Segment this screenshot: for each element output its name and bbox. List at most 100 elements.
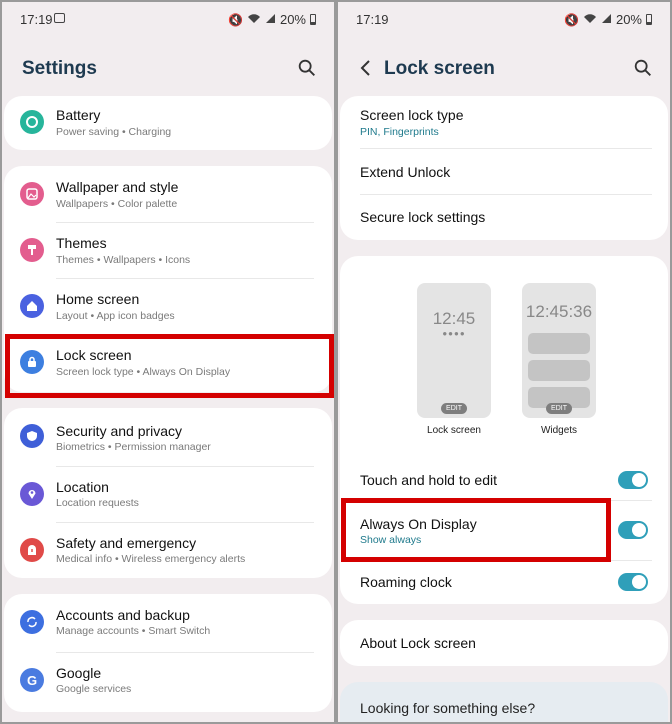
battery-status-icon [310, 14, 316, 25]
roaming-clock-item[interactable]: Roaming clock [360, 562, 648, 604]
widget-placeholder [528, 333, 590, 354]
settings-group-battery: Battery Power saving • Charging [4, 96, 332, 150]
settings-item-lock-screen[interactable]: Lock screen Screen lock type • Always On… [4, 334, 332, 390]
about-lock-screen-item[interactable]: About Lock screen [360, 620, 648, 666]
signal-icon [601, 13, 612, 27]
edit-button[interactable]: EDIT [546, 403, 572, 414]
divider [360, 560, 652, 561]
settings-item-sub: Layout • App icon badges [56, 310, 175, 322]
settings-group-security: Security and privacy Biometrics • Permis… [4, 408, 332, 578]
status-bar: 17:19 🔇 20% [356, 12, 652, 28]
item-label: Secure lock settings [360, 209, 486, 225]
always-on-display-toggle[interactable] [618, 521, 648, 539]
settings-item-safety[interactable]: Safety and emergency Medical info • Wire… [4, 522, 332, 578]
search-icon[interactable] [632, 57, 654, 79]
widgets-preview[interactable]: 12:45:36 EDIT [522, 283, 596, 418]
settings-item-home-screen[interactable]: Home screen Layout • App icon badges [4, 278, 332, 334]
lock-icon [20, 350, 44, 374]
preview-clock: 12:45:36 [525, 302, 593, 321]
screen-lock-type-item[interactable]: Screen lock type PIN, Fingerprints [360, 96, 648, 148]
extend-unlock-item[interactable]: Extend Unlock [360, 148, 648, 194]
always-on-display-item[interactable]: Always On Display Show always [360, 502, 648, 558]
settings-item-sub: Manage accounts • Smart Switch [56, 625, 211, 637]
item-label: Extend Unlock [360, 164, 451, 180]
status-bar: 17:19 🔇 20% [20, 12, 316, 28]
settings-item-sub: Themes • Wallpapers • Icons [56, 254, 191, 266]
settings-item-location[interactable]: Location Location requests [4, 466, 332, 522]
wallpaper-icon [20, 182, 44, 206]
battery-status-icon [646, 14, 652, 25]
battery-icon [20, 110, 44, 134]
item-label: Always On Display [360, 516, 477, 532]
settings-item-label: Safety and emergency [56, 535, 197, 551]
google-icon: G [20, 668, 44, 692]
pin-dots-icon: ●●●● [442, 329, 466, 338]
settings-item-sub: Screen lock type • Always On Display [56, 366, 231, 378]
settings-item-sub: Location requests [56, 497, 139, 509]
settings-group-display: Wallpaper and style Wallpapers • Color p… [4, 166, 332, 392]
settings-item-label: Wallpaper and style [56, 179, 179, 195]
edit-button[interactable]: EDIT [441, 403, 467, 414]
touch-hold-edit-item[interactable]: Touch and hold to edit [360, 458, 648, 498]
page-title: Settings [22, 58, 97, 79]
status-time: 17:19 [20, 12, 53, 27]
signal-icon [265, 13, 276, 27]
settings-item-themes[interactable]: Themes Themes • Wallpapers • Icons [4, 222, 332, 278]
item-label: About Lock screen [360, 635, 476, 651]
lock-settings-group: Screen lock type PIN, Fingerprints Exten… [340, 96, 668, 240]
settings-item-label: Home screen [56, 291, 140, 307]
settings-item-sub: Biometrics • Permission manager [56, 441, 211, 453]
item-label: Screen lock type [360, 107, 464, 123]
settings-item-wallpaper[interactable]: Wallpaper and style Wallpapers • Color p… [4, 166, 332, 222]
lock-screen-header: Lock screen [358, 54, 654, 84]
settings-item-accounts[interactable]: Accounts and backup Manage accounts • Sm… [4, 594, 332, 652]
lock-preview-group: 12:45 ●●●● EDIT Lock screen 12:45:36 EDI… [340, 256, 668, 604]
settings-group-accounts: Accounts and backup Manage accounts • Sm… [4, 594, 332, 712]
item-label: Touch and hold to edit [360, 472, 497, 488]
preview-label: Widgets [540, 425, 578, 436]
settings-item-sub: Power saving • Charging [56, 126, 172, 138]
lock-screen-settings: 17:19 🔇 20% Lock screen Screen lock type… [336, 0, 672, 724]
settings-item-battery[interactable]: Battery Power saving • Charging [4, 96, 332, 150]
looking-for-something-card: Looking for something else? [340, 682, 668, 722]
touch-hold-toggle[interactable] [618, 471, 648, 489]
settings-item-google[interactable]: G Google Google services [4, 652, 332, 710]
settings-item-label: Accounts and backup [56, 607, 190, 623]
settings-item-label: Lock screen [56, 347, 132, 363]
settings-item-label: Google [56, 665, 102, 681]
settings-item-security[interactable]: Security and privacy Biometrics • Permis… [4, 408, 332, 464]
gallery-notification-icon [54, 13, 65, 23]
home-icon [20, 294, 44, 318]
lock-screen-preview[interactable]: 12:45 ●●●● EDIT [417, 283, 491, 418]
mute-icon: 🔇 [564, 12, 579, 27]
item-sub: Show always [360, 534, 422, 546]
settings-header: Settings [22, 54, 318, 84]
widget-placeholder [528, 360, 590, 381]
settings-item-sub: Medical info • Wireless emergency alerts [56, 553, 246, 565]
status-time: 17:19 [356, 12, 389, 27]
settings-item-label: Battery [56, 107, 101, 123]
secure-lock-settings-item[interactable]: Secure lock settings [360, 194, 648, 240]
location-icon [20, 482, 44, 506]
settings-item-label: Security and privacy [56, 423, 183, 439]
wifi-icon [583, 13, 597, 27]
sync-icon [20, 610, 44, 634]
wifi-icon [247, 13, 261, 27]
settings-item-label: Location [56, 479, 109, 495]
settings-item-label: Themes [56, 235, 107, 251]
looking-label: Looking for something else? [360, 700, 536, 716]
alert-icon [20, 538, 44, 562]
settings-screen: 17:19 🔇 20% Settings Battery Power savin… [0, 0, 336, 724]
preview-clock: 12:45 [432, 309, 476, 328]
battery-percent: 20% [615, 12, 642, 27]
settings-item-sub: Google services [56, 683, 132, 695]
page-title: Lock screen [384, 58, 495, 79]
settings-item-sub: Wallpapers • Color palette [56, 198, 178, 210]
battery-percent: 20% [279, 12, 306, 27]
back-arrow-icon[interactable] [358, 57, 374, 79]
item-sub: PIN, Fingerprints [360, 126, 439, 138]
roaming-clock-toggle[interactable] [618, 573, 648, 591]
preview-label: Lock screen [427, 425, 481, 436]
search-icon[interactable] [296, 57, 318, 79]
shield-icon [20, 424, 44, 448]
